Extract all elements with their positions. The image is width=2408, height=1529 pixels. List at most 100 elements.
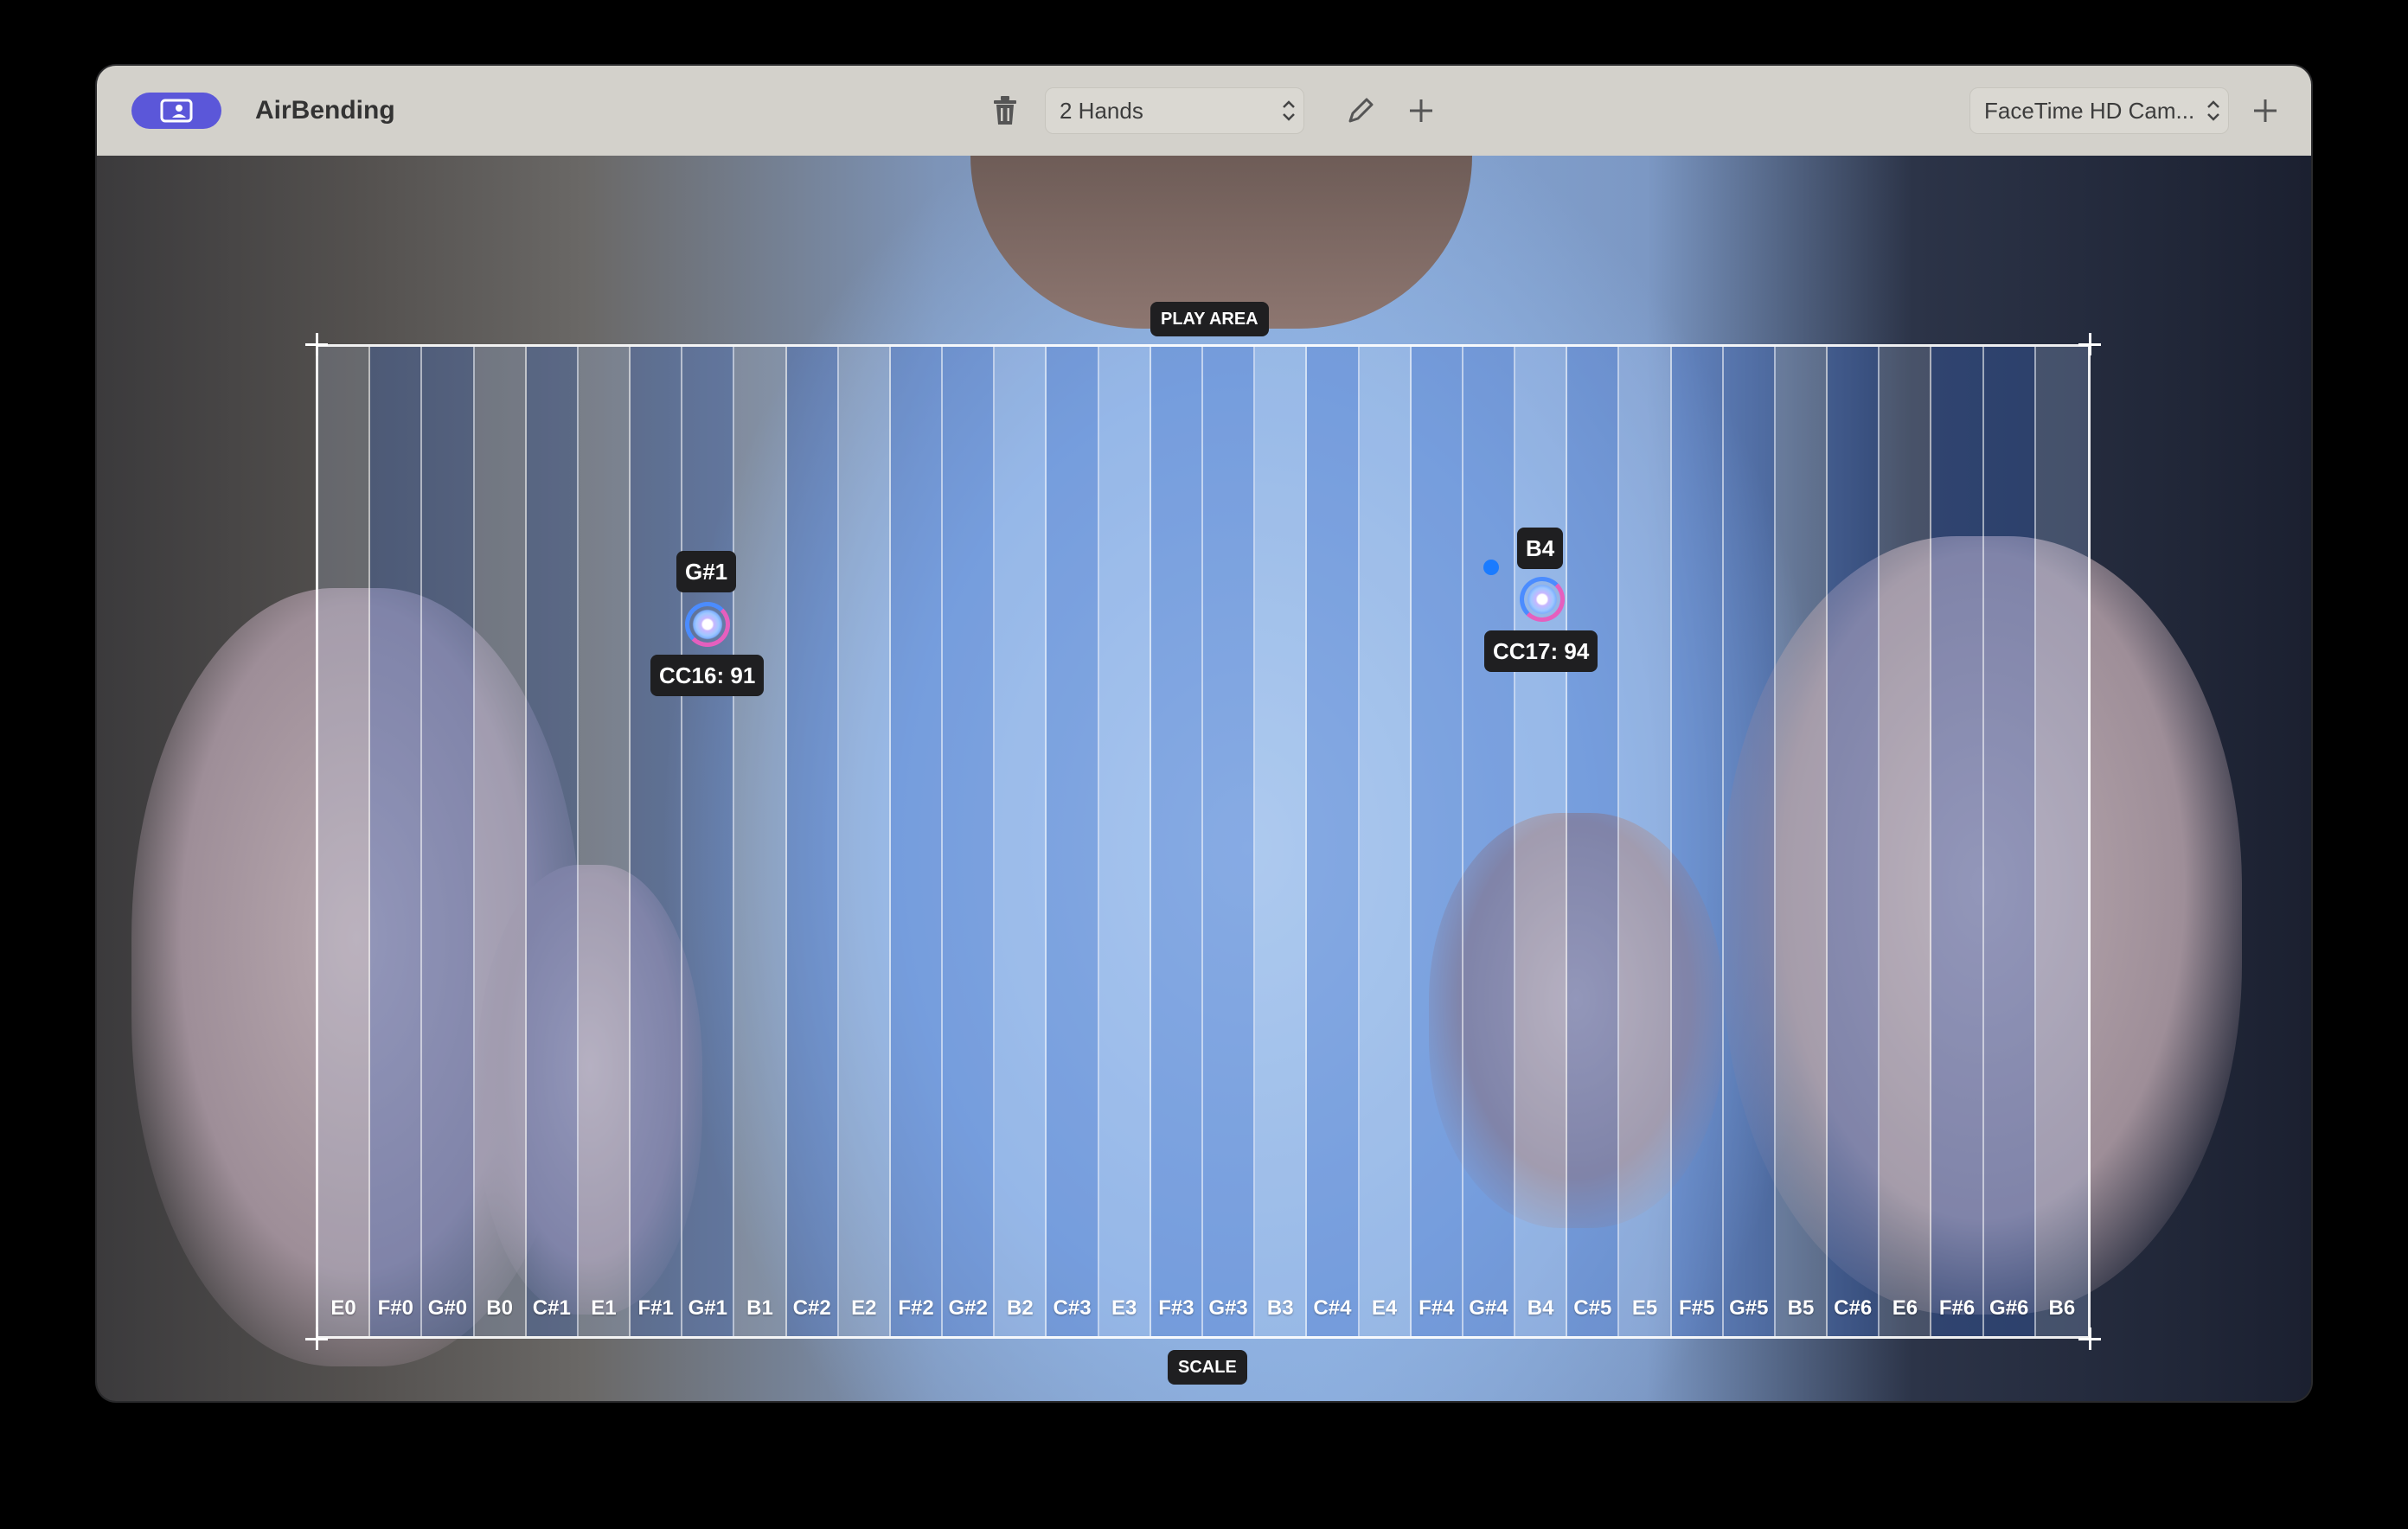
- sidebar-toggle-button[interactable]: [131, 93, 221, 129]
- app-window: AirBending 2 Hands FaceTime HD Cam... E0…: [97, 66, 2311, 1401]
- right-hand-cursor-ring: [1520, 577, 1565, 622]
- note-column[interactable]: E2: [838, 347, 891, 1336]
- note-label: E0: [330, 1296, 356, 1320]
- chevron-updown-icon: [2199, 98, 2228, 124]
- note-label: F#5: [1678, 1296, 1715, 1320]
- note-label: F#2: [898, 1296, 934, 1320]
- plus-icon: [1410, 99, 1432, 122]
- play-area-corner-handle[interactable]: [2078, 333, 2101, 355]
- note-column[interactable]: B6: [2035, 347, 2088, 1336]
- note-column[interactable]: E6: [1880, 347, 1932, 1336]
- play-area-corner-handle[interactable]: [305, 333, 328, 355]
- camera-select-value: FaceTime HD Cam...: [1984, 97, 2195, 124]
- note-label: F#1: [637, 1296, 674, 1320]
- note-column[interactable]: B2: [995, 347, 1047, 1336]
- camera-feed[interactable]: E0 F#0 G#0 B0 C#1 E1 F#1 G#1 B1 C#2 E2 F#2 G#2 B2 C#3 E…: [97, 156, 2311, 1401]
- note-label: B2: [1007, 1296, 1034, 1320]
- note-column[interactable]: F#4: [1411, 347, 1463, 1336]
- note-label: C#2: [792, 1296, 831, 1320]
- note-column[interactable]: B5: [1775, 347, 1828, 1336]
- note-label: G#2: [948, 1296, 988, 1320]
- note-column[interactable]: G#6: [1983, 347, 2036, 1336]
- add-camera-button[interactable]: [2245, 90, 2286, 131]
- note-column[interactable]: F#1: [631, 347, 683, 1336]
- fingertip-dot: [1483, 560, 1499, 575]
- play-area-corner-handle[interactable]: [305, 1327, 328, 1350]
- note-column[interactable]: C#2: [786, 347, 839, 1336]
- note-label: F#3: [1158, 1296, 1194, 1320]
- right-note-tag: B4: [1517, 528, 1564, 569]
- note-label: C#5: [1573, 1296, 1612, 1320]
- note-column[interactable]: B1: [734, 347, 787, 1336]
- note-column[interactable]: F#0: [370, 347, 423, 1336]
- play-area-label[interactable]: PLAY AREA: [1150, 302, 1269, 336]
- note-column[interactable]: E1: [578, 347, 631, 1336]
- left-cc-tag: CC16: 91: [650, 655, 765, 696]
- note-column[interactable]: E3: [1098, 347, 1151, 1336]
- note-label: G#4: [1469, 1296, 1508, 1320]
- note-label: G#6: [1989, 1296, 2029, 1320]
- note-label: B6: [2048, 1296, 2076, 1320]
- note-column[interactable]: B4: [1515, 347, 1568, 1336]
- note-column[interactable]: E4: [1359, 347, 1412, 1336]
- note-column[interactable]: F#5: [1671, 347, 1724, 1336]
- note-label: F#0: [377, 1296, 413, 1320]
- note-label: C#6: [1834, 1296, 1873, 1320]
- hands-select-value: 2 Hands: [1060, 97, 1143, 124]
- note-column[interactable]: B0: [474, 347, 527, 1336]
- note-label: E1: [591, 1296, 617, 1320]
- note-label: E2: [851, 1296, 877, 1320]
- chevron-updown-icon: [1274, 98, 1303, 124]
- note-column[interactable]: C#6: [1828, 347, 1880, 1336]
- scale-label[interactable]: SCALE: [1168, 1350, 1247, 1385]
- note-column[interactable]: F#2: [890, 347, 944, 1336]
- note-label: G#3: [1208, 1296, 1248, 1320]
- sidebar-icon: [160, 99, 193, 123]
- note-column[interactable]: B3: [1255, 347, 1308, 1336]
- note-column[interactable]: G#4: [1463, 347, 1516, 1336]
- app-title: AirBending: [255, 96, 395, 125]
- left-hand-cursor-ring: [685, 602, 730, 647]
- toolbar: AirBending 2 Hands FaceTime HD Cam...: [97, 66, 2311, 157]
- note-label: B0: [486, 1296, 513, 1320]
- note-label: B4: [1527, 1296, 1554, 1320]
- note-label: C#1: [532, 1296, 571, 1320]
- camera-select[interactable]: FaceTime HD Cam...: [1969, 87, 2229, 134]
- add-button[interactable]: [1400, 90, 1442, 131]
- left-note-tag: G#1: [676, 551, 737, 592]
- note-column[interactable]: F#3: [1150, 347, 1203, 1336]
- note-column[interactable]: G#3: [1203, 347, 1256, 1336]
- hands-select[interactable]: 2 Hands: [1045, 87, 1304, 134]
- delete-button[interactable]: [984, 90, 1026, 131]
- note-column[interactable]: E0: [318, 347, 371, 1336]
- note-label: F#4: [1419, 1296, 1455, 1320]
- right-cc-tag: CC17: 94: [1484, 630, 1598, 672]
- trash-icon: [994, 96, 1016, 125]
- note-label: B3: [1266, 1296, 1294, 1320]
- note-label: C#4: [1313, 1296, 1352, 1320]
- note-label: E6: [1892, 1296, 1918, 1320]
- note-column[interactable]: C#5: [1567, 347, 1620, 1336]
- note-column[interactable]: G#0: [422, 347, 475, 1336]
- note-label: G#0: [427, 1296, 468, 1320]
- edit-button[interactable]: [1340, 90, 1381, 131]
- note-label: G#1: [688, 1296, 727, 1320]
- plus-icon: [2254, 99, 2277, 122]
- note-column[interactable]: F#6: [1931, 347, 1984, 1336]
- note-label: G#5: [1729, 1296, 1769, 1320]
- note-label: F#6: [1938, 1296, 1976, 1320]
- note-label: B1: [746, 1296, 773, 1320]
- note-column[interactable]: G#1: [682, 347, 735, 1336]
- note-label: B5: [1787, 1296, 1815, 1320]
- note-column[interactable]: G#5: [1723, 347, 1776, 1336]
- play-area-corner-handle[interactable]: [2078, 1327, 2101, 1350]
- note-column[interactable]: C#4: [1307, 347, 1360, 1336]
- note-label: E4: [1371, 1296, 1398, 1320]
- note-column[interactable]: C#3: [1047, 347, 1099, 1336]
- note-label: E5: [1631, 1296, 1658, 1320]
- note-column[interactable]: G#2: [943, 347, 996, 1336]
- play-area[interactable]: E0 F#0 G#0 B0 C#1 E1 F#1 G#1 B1 C#2 E2 F#2 G#2 B2 C#3 E…: [316, 344, 2091, 1339]
- note-column[interactable]: C#1: [526, 347, 579, 1336]
- note-label: E3: [1111, 1296, 1137, 1320]
- note-column[interactable]: E5: [1619, 347, 1672, 1336]
